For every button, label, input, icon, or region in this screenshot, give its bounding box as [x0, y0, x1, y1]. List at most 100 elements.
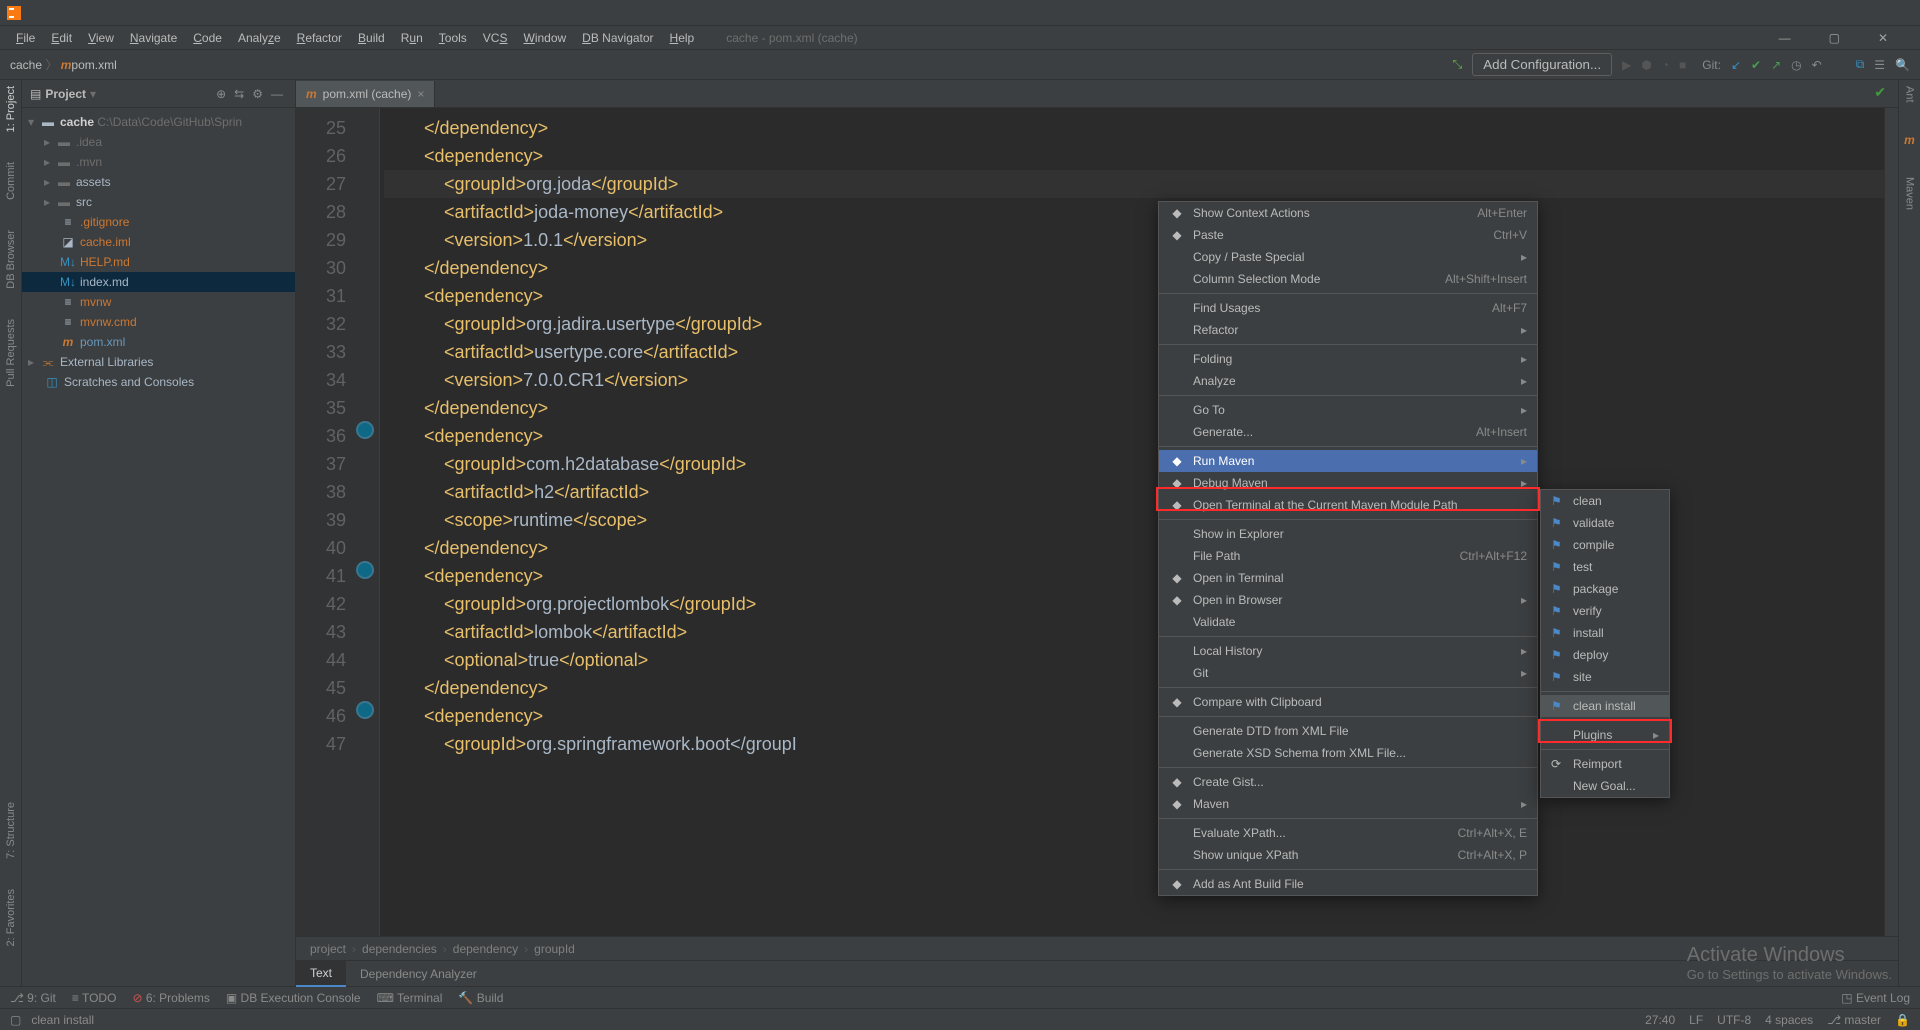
- menu-item[interactable]: Local History▸: [1159, 640, 1537, 662]
- run-gutter-icon[interactable]: [356, 701, 374, 719]
- submenu-item[interactable]: ⚑test: [1541, 556, 1669, 578]
- menu-window[interactable]: Window: [515, 28, 574, 48]
- menu-item[interactable]: Generate XSD Schema from XML File...: [1159, 742, 1537, 764]
- bottom-tab-dbexec[interactable]: ▣ DB Execution Console: [226, 991, 361, 1005]
- gear-icon[interactable]: ⚙: [252, 87, 263, 101]
- left-tab-pullrequests[interactable]: Pull Requests: [5, 319, 17, 387]
- menu-item[interactable]: Column Selection ModeAlt+Shift+Insert: [1159, 268, 1537, 290]
- tree-scratches[interactable]: ◫Scratches and Consoles: [22, 372, 295, 392]
- menu-item[interactable]: Validate: [1159, 611, 1537, 633]
- crumb[interactable]: project: [310, 942, 346, 956]
- left-tab-favorites[interactable]: 2: Favorites: [5, 889, 17, 946]
- bottom-tab-terminal[interactable]: ⌨ Terminal: [377, 991, 443, 1005]
- menu-item[interactable]: Git▸: [1159, 662, 1537, 684]
- submenu-item[interactable]: New Goal...: [1541, 775, 1669, 797]
- line-ending[interactable]: LF: [1689, 1013, 1703, 1027]
- tree-item[interactable]: ≡mvnw.cmd: [22, 312, 295, 332]
- lock-icon[interactable]: 🔒: [1895, 1013, 1910, 1027]
- tree-external-libraries[interactable]: ▸⫘External Libraries: [22, 352, 295, 372]
- update-icon[interactable]: ↙: [1731, 58, 1741, 72]
- menu-dbnavigator[interactable]: DB Navigator: [574, 28, 661, 48]
- menu-item[interactable]: ◆Add as Ant Build File: [1159, 873, 1537, 895]
- run-gutter-icon[interactable]: [356, 561, 374, 579]
- menu-item[interactable]: Find UsagesAlt+F7: [1159, 297, 1537, 319]
- menu-item[interactable]: ◆Run Maven▸: [1159, 450, 1537, 472]
- menu-view[interactable]: View: [80, 28, 122, 48]
- menu-file[interactable]: FFileile: [8, 28, 43, 48]
- rollback-icon[interactable]: ↶: [1812, 58, 1822, 72]
- menu-item[interactable]: ◆Open in Browser▸: [1159, 589, 1537, 611]
- menu-analyze[interactable]: Analyze: [230, 28, 289, 48]
- tool-window-toggle-icon[interactable]: ▢: [10, 1013, 21, 1027]
- project-tree[interactable]: ▾▬ cache C:\Data\Code\GitHub\Sprin ▸▬.id…: [22, 108, 295, 396]
- run-icon[interactable]: ▶: [1622, 58, 1631, 72]
- editor-subtab-dep-analyzer[interactable]: Dependency Analyzer: [346, 961, 491, 987]
- run-gutter-icon[interactable]: [356, 421, 374, 439]
- expand-icon[interactable]: ⇆: [234, 87, 244, 101]
- left-tab-project[interactable]: 1: Project: [5, 86, 17, 132]
- submenu-item[interactable]: ⟳Reimport: [1541, 753, 1669, 775]
- menu-item[interactable]: Show in Explorer: [1159, 523, 1537, 545]
- bottom-tab-eventlog[interactable]: ◳ Event Log: [1841, 991, 1910, 1005]
- maximize-icon[interactable]: ▢: [1821, 28, 1848, 48]
- locate-icon[interactable]: ⊕: [216, 87, 226, 101]
- menu-item[interactable]: Go To▸: [1159, 399, 1537, 421]
- hide-icon[interactable]: —: [271, 87, 283, 101]
- submenu-item[interactable]: ⚑clean: [1541, 490, 1669, 512]
- tree-item[interactable]: ▸▬.mvn: [22, 152, 295, 172]
- tree-root[interactable]: ▾▬ cache C:\Data\Code\GitHub\Sprin: [22, 112, 295, 132]
- menu-item[interactable]: ◆Compare with Clipboard: [1159, 691, 1537, 713]
- tree-item[interactable]: M↓index.md: [22, 272, 295, 292]
- submenu-item[interactable]: ⚑validate: [1541, 512, 1669, 534]
- editor-tab[interactable]: m pom.xml (cache) ×: [296, 81, 435, 107]
- menu-item[interactable]: Evaluate XPath...Ctrl+Alt+X, E: [1159, 822, 1537, 844]
- menu-item[interactable]: Analyze▸: [1159, 370, 1537, 392]
- close-tab-icon[interactable]: ×: [417, 87, 424, 101]
- tree-item[interactable]: ◪cache.iml: [22, 232, 295, 252]
- coverage-icon[interactable]: ◔: [1662, 58, 1669, 72]
- editor-breadcrumbs[interactable]: project › dependencies › dependency › gr…: [296, 936, 1898, 960]
- build-icon[interactable]: ⤡: [1453, 57, 1463, 72]
- right-tab-ant[interactable]: Ant: [1904, 86, 1916, 103]
- chevron-down-icon[interactable]: ▾: [90, 87, 96, 101]
- menu-item[interactable]: Copy / Paste Special▸: [1159, 246, 1537, 268]
- tree-item[interactable]: ▸▬assets: [22, 172, 295, 192]
- bottom-tab-problems[interactable]: ⊘ 6: Problems: [132, 991, 209, 1005]
- submenu-item[interactable]: ⚑package: [1541, 578, 1669, 600]
- debug-icon[interactable]: ⬢: [1641, 58, 1651, 72]
- inspection-ok-icon[interactable]: ✔: [1874, 84, 1886, 101]
- minimize-icon[interactable]: —: [1771, 28, 1799, 48]
- crumb[interactable]: groupId: [534, 942, 575, 956]
- menu-refactor[interactable]: Refactor: [289, 28, 350, 48]
- menu-navigate[interactable]: Navigate: [122, 28, 185, 48]
- menu-item[interactable]: Refactor▸: [1159, 319, 1537, 341]
- tree-item[interactable]: ≡.gitignore: [22, 212, 295, 232]
- scrollbar[interactable]: [1884, 108, 1898, 936]
- menu-item[interactable]: ◆Maven▸: [1159, 793, 1537, 815]
- menu-item[interactable]: Show unique XPathCtrl+Alt+X, P: [1159, 844, 1537, 866]
- project-view-icon[interactable]: ▤: [30, 87, 41, 101]
- tree-item[interactable]: M↓HELP.md: [22, 252, 295, 272]
- crumb[interactable]: dependency: [453, 942, 518, 956]
- menu-item[interactable]: ◆PasteCtrl+V: [1159, 224, 1537, 246]
- add-configuration-button[interactable]: Add Configuration...: [1472, 53, 1612, 76]
- left-tab-commit[interactable]: Commit: [5, 162, 17, 200]
- submenu-item[interactable]: ⚑verify: [1541, 600, 1669, 622]
- submenu-item[interactable]: Plugins▸: [1541, 724, 1669, 746]
- menu-tools[interactable]: Tools: [431, 28, 475, 48]
- crumb[interactable]: dependencies: [362, 942, 437, 956]
- menu-item[interactable]: ◆Show Context ActionsAlt+Enter: [1159, 202, 1537, 224]
- menu-item[interactable]: Folding▸: [1159, 348, 1537, 370]
- tree-item[interactable]: mpom.xml: [22, 332, 295, 352]
- tree-item[interactable]: ▸▬src: [22, 192, 295, 212]
- menu-item[interactable]: Generate...Alt+Insert: [1159, 421, 1537, 443]
- stop-icon[interactable]: ■: [1679, 58, 1686, 72]
- ide-settings-icon[interactable]: ☰: [1874, 58, 1885, 72]
- bottom-tab-git[interactable]: ⎇ 9: Git: [10, 991, 56, 1005]
- menu-item[interactable]: ◆Open Terminal at the Current Maven Modu…: [1159, 494, 1537, 516]
- menu-item[interactable]: ◆Create Gist...: [1159, 771, 1537, 793]
- tree-item[interactable]: ≡mvnw: [22, 292, 295, 312]
- tree-item[interactable]: ▸▬.idea: [22, 132, 295, 152]
- git-branch[interactable]: ⎇ master: [1827, 1013, 1881, 1027]
- editor-subtab-text[interactable]: Text: [296, 961, 346, 987]
